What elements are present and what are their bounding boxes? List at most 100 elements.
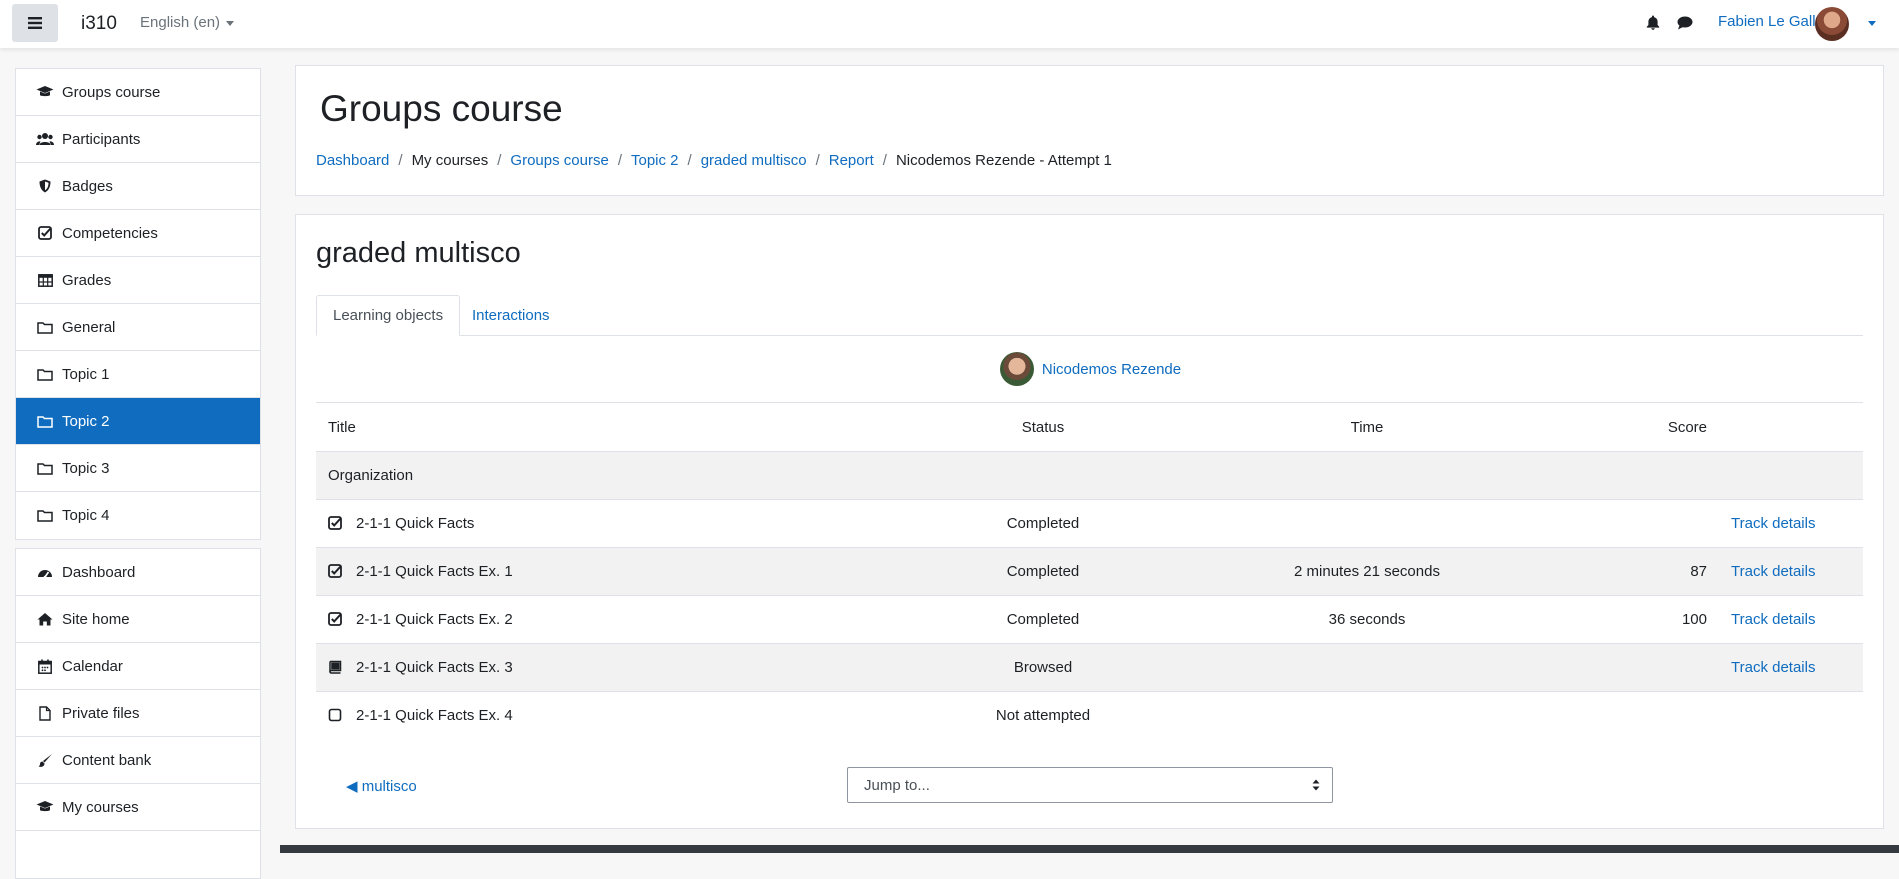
row-action-cell: Track details <box>1719 595 1863 644</box>
report-tabs: Learning objects Interactions <box>316 280 1863 336</box>
site-nav: Dashboard Site home Calendar Private fil… <box>15 548 261 879</box>
tab-learning-objects[interactable]: Learning objects <box>316 295 461 336</box>
user-profile-link[interactable]: Nicodemos Rezende <box>1042 361 1181 378</box>
select-arrows-icon <box>1312 779 1320 791</box>
row-status: Not attempted <box>881 691 1205 739</box>
table-row: 2-1-1 Quick Facts Ex. 2 Completed 36 sec… <box>316 595 1863 644</box>
organization-label: Organization <box>316 451 1863 500</box>
bell-icon[interactable] <box>1646 15 1660 30</box>
sidebar-item-label: Groups course <box>62 83 161 101</box>
sidebar-item-topic-1[interactable]: Topic 1 <box>16 351 260 398</box>
track-details-link[interactable]: Track details <box>1731 563 1815 580</box>
sidebar-item-my-courses[interactable]: My courses <box>16 784 260 831</box>
shield-icon <box>36 178 54 194</box>
row-time <box>1205 691 1529 739</box>
row-title: 2-1-1 Quick Facts Ex. 4 <box>356 707 513 724</box>
table-header-row: Title Status Time Score <box>316 402 1863 452</box>
sidebar-item-content-bank[interactable]: Content bank <box>16 737 260 784</box>
activity-title: graded multisco <box>316 237 521 269</box>
report-table: Title Status Time Score Organization 2-1… <box>316 402 1863 739</box>
breadcrumb-separator: / <box>497 152 502 169</box>
breadcrumb-separator: / <box>398 152 403 169</box>
sidebar-item-private-files[interactable]: Private files <box>16 690 260 737</box>
column-header-score: Score <box>1529 402 1719 452</box>
user-menu-name[interactable]: Fabien Le Gall <box>1718 13 1816 30</box>
row-action-cell: Track details <box>1719 499 1863 548</box>
row-score: 100 <box>1529 595 1719 644</box>
sidebar-item-partial <box>16 831 260 878</box>
row-action-cell <box>1719 691 1863 739</box>
sidebar-item-groups-course[interactable]: Groups course <box>16 69 260 116</box>
row-score <box>1529 499 1719 548</box>
sidebar-item-competencies[interactable]: Competencies <box>16 210 260 257</box>
tab-interactions[interactable]: Interactions <box>456 295 566 335</box>
page-title: Groups course <box>320 88 563 129</box>
row-score <box>1529 691 1719 739</box>
user-avatar[interactable] <box>1815 7 1849 41</box>
row-title-cell: 2-1-1 Quick Facts Ex. 2 <box>316 595 881 644</box>
sidebar-item-label: Grades <box>62 271 112 289</box>
sidebar-item-label: Topic 3 <box>62 459 110 477</box>
sidebar-item-badges[interactable]: Badges <box>16 163 260 210</box>
row-time <box>1205 499 1529 548</box>
sidebar-item-label: My courses <box>62 798 139 816</box>
file-icon <box>36 705 54 721</box>
chevron-down-icon <box>226 20 235 26</box>
breadcrumb-separator: / <box>815 152 820 169</box>
sidebar-item-topic-4[interactable]: Topic 4 <box>16 492 260 539</box>
sidebar: Groups course Participants Badges Compet… <box>0 48 280 879</box>
chat-icon[interactable] <box>1677 16 1693 30</box>
breadcrumb-groups-course[interactable]: Groups course <box>510 152 608 169</box>
breadcrumb-report[interactable]: Report <box>829 152 874 169</box>
user-avatar[interactable] <box>999 352 1034 386</box>
jump-to-select[interactable]: Jump to... <box>847 767 1333 803</box>
sidebar-item-label: Topic 4 <box>62 507 110 524</box>
sidebar-item-topic-2[interactable]: Topic 2 <box>16 398 260 445</box>
previous-activity-link[interactable]: ◀ multisco <box>346 777 417 795</box>
check-square-icon <box>36 225 54 241</box>
table-row: 2-1-1 Quick Facts Ex. 1 Completed 2 minu… <box>316 547 1863 596</box>
hamburger-menu-button[interactable] <box>12 4 58 42</box>
sidebar-item-label: Site home <box>62 610 130 628</box>
table-group-row: Organization <box>316 451 1863 500</box>
track-details-link[interactable]: Track details <box>1731 515 1815 532</box>
sidebar-item-site-home[interactable]: Site home <box>16 596 260 643</box>
sidebar-item-participants[interactable]: Participants <box>16 116 260 163</box>
table-row: 2-1-1 Quick Facts Ex. 4 Not attempted <box>316 691 1863 739</box>
folder-icon <box>36 366 54 382</box>
breadcrumb-separator: / <box>687 152 692 169</box>
user-menu-chevron-icon[interactable] <box>1868 21 1876 26</box>
folder-icon <box>36 319 54 335</box>
calendar-icon <box>36 658 54 674</box>
row-title: 2-1-1 Quick Facts Ex. 2 <box>356 611 513 628</box>
track-details-link[interactable]: Track details <box>1731 611 1815 628</box>
sidebar-item-general[interactable]: General <box>16 304 260 351</box>
language-menu[interactable]: English (en) <box>140 14 235 31</box>
report-user: Nicodemos Rezende <box>296 351 1885 387</box>
sidebar-item-dashboard[interactable]: Dashboard <box>16 549 260 596</box>
table-icon <box>36 272 54 288</box>
breadcrumb-topic-2[interactable]: Topic 2 <box>631 152 679 169</box>
row-title: 2-1-1 Quick Facts Ex. 1 <box>356 563 513 580</box>
row-title-cell: 2-1-1 Quick Facts Ex. 4 <box>316 691 881 739</box>
book-icon <box>329 660 342 674</box>
track-details-link[interactable]: Track details <box>1731 659 1815 676</box>
column-header-time: Time <box>1205 402 1529 452</box>
sidebar-item-grades[interactable]: Grades <box>16 257 260 304</box>
sidebar-item-label: Topic 2 <box>62 412 110 430</box>
breadcrumb-separator: / <box>882 152 887 169</box>
sidebar-item-label: Content bank <box>62 751 152 769</box>
folder-icon <box>36 460 54 476</box>
breadcrumb-dashboard[interactable]: Dashboard <box>316 152 389 169</box>
row-status: Completed <box>881 595 1205 644</box>
sidebar-item-calendar[interactable]: Calendar <box>16 643 260 690</box>
column-header-actions <box>1719 402 1863 452</box>
row-time: 36 seconds <box>1205 595 1529 644</box>
row-score <box>1529 643 1719 692</box>
site-name[interactable]: i310 <box>81 13 117 35</box>
empty-square-icon <box>328 708 342 722</box>
breadcrumb-graded-multisco[interactable]: graded multisco <box>701 152 807 169</box>
sidebar-item-topic-3[interactable]: Topic 3 <box>16 445 260 492</box>
hamburger-icon <box>28 17 42 29</box>
row-time <box>1205 643 1529 692</box>
